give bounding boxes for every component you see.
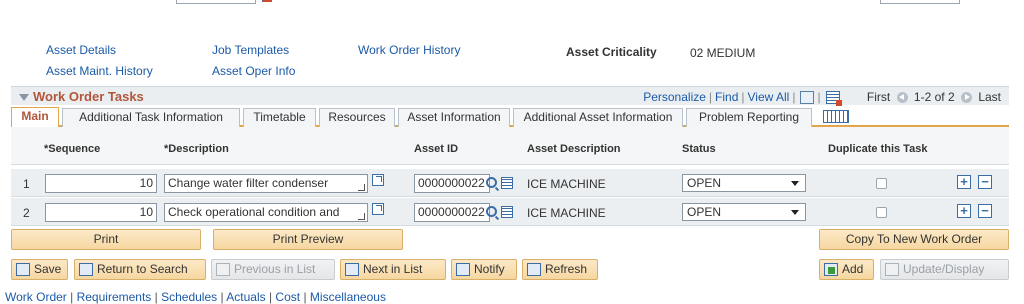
download-grid-icon[interactable] [825,91,842,107]
lookup-icon[interactable] [262,0,272,2]
delete-row-button[interactable]: − [978,204,992,218]
status-value: OPEN [687,205,722,219]
asset-criticality-label: Asset Criticality [566,45,657,59]
expand-text-icon[interactable] [372,174,384,186]
find-link[interactable]: Find [715,90,738,104]
sequence-input[interactable]: 10 [45,203,157,222]
search-icon[interactable] [486,206,497,217]
row-number: 1 [23,177,30,191]
search-field-partial[interactable] [176,0,256,4]
previous-icon [216,263,230,277]
add-button[interactable]: Add [819,259,874,280]
status-select[interactable]: OPEN [682,203,806,221]
column-asset-description: Asset Description [527,143,621,155]
resize-icon[interactable] [356,182,366,192]
asset-description-cell: ICE MACHINE [527,206,606,220]
save-button[interactable]: Save [11,259,68,280]
update-display-icon [885,263,899,277]
link-asset-oper-info[interactable]: Asset Oper Info [212,64,295,78]
next-in-list-label: Next in List [363,262,423,276]
grid-title[interactable]: Work Order Tasks [19,89,144,104]
return-to-search-label: Return to Search [97,262,188,276]
detail-icon[interactable] [501,206,513,218]
row-range: 1-2 of 2 [913,90,955,104]
link-job-templates[interactable]: Job Templates [212,43,289,57]
column-asset-id: Asset ID [414,143,459,155]
update-display-button[interactable]: Update/Display [880,259,1009,280]
duplicate-checkbox[interactable] [876,178,887,189]
next-row-icon[interactable] [960,92,972,104]
link-asset-maint-history[interactable]: Asset Maint. History [46,64,153,78]
tab-additional-task-information[interactable]: Additional Task Information [62,108,240,127]
grid-navigation: Personalize | Find | View All | | First 1-2 of… [643,90,1001,107]
grid-header: Work Order Tasks Personalize | Find | View A… [11,86,1009,107]
first-label: First [866,90,891,104]
update-display-label: Update/Display [903,262,985,276]
zoom-icon[interactable] [800,91,815,105]
save-label: Save [34,262,62,276]
refresh-icon [527,263,541,277]
column-status: Status [682,143,716,155]
asset-id-input[interactable]: 0000000022 [414,203,490,222]
asset-description-cell: ICE MACHINE [527,177,606,191]
tab-asset-information[interactable]: Asset Information [398,108,510,127]
refresh-label: Refresh [545,262,588,276]
search-icon[interactable] [486,177,497,188]
status-value: OPEN [687,176,722,190]
collapse-triangle-icon[interactable] [19,94,29,102]
detail-icon[interactable] [501,177,513,189]
tab-problem-reporting[interactable]: Problem Reporting [686,108,812,127]
link-asset-details[interactable]: Asset Details [46,43,116,57]
tab-additional-asset-information[interactable]: Additional Asset Information [513,108,683,127]
notify-icon [456,263,470,277]
add-row-button[interactable]: + [957,175,971,189]
next-in-list-button[interactable]: Next in List [340,259,446,280]
asset-criticality-value: 02 MEDIUM [690,46,756,60]
link-work-order-history[interactable]: Work Order History [358,43,460,57]
add-icon [824,263,838,277]
asset-id-input[interactable]: 0000000022 [414,174,490,193]
tab-main[interactable]: Main [11,107,59,128]
add-label: Add [842,262,864,276]
column-duplicate-task: Duplicate this Task [828,143,928,155]
previous-in-list-label: Previous in List [234,262,316,276]
print-preview-button[interactable]: Print Preview [213,229,403,250]
description-input[interactable]: Check operational condition and [164,203,368,222]
chevron-down-icon [791,181,799,186]
add-row-button[interactable]: + [957,204,971,218]
notify-label: Notify [474,262,505,276]
personalize-link[interactable]: Personalize [643,90,706,104]
sequence-input[interactable]: 10 [45,174,157,193]
duplicate-checkbox[interactable] [876,207,887,218]
status-select[interactable]: OPEN [682,174,806,192]
tab-bar: Main Additional Task Information Timetab… [11,106,1009,128]
tab-resources[interactable]: Resources [319,108,395,127]
print-button[interactable]: Print [11,229,201,250]
grid-title-text: Work Order Tasks [33,89,144,104]
refresh-button[interactable]: Refresh [522,259,598,280]
last-label: Last [978,90,1001,104]
expand-text-icon[interactable] [372,203,384,215]
search-field-partial-right[interactable] [880,0,960,4]
view-all-link[interactable]: View All [748,90,790,104]
tab-timetable[interactable]: Timetable [243,108,316,127]
show-all-columns-icon[interactable] [823,110,849,123]
return-to-search-icon [79,263,93,277]
column-description: *Description [164,143,229,155]
return-to-search-button[interactable]: Return to Search [74,259,206,280]
copy-to-new-work-order-button[interactable]: Copy To New Work Order [819,229,1009,250]
row-number: 2 [23,206,30,220]
chevron-down-icon [791,210,799,215]
previous-row-icon[interactable] [896,92,908,104]
notify-button[interactable]: Notify [451,259,517,280]
resize-icon[interactable] [356,211,366,221]
description-input[interactable]: Change water filter condenser [164,174,368,193]
previous-in-list-button[interactable]: Previous in List [211,259,335,280]
next-icon [345,263,359,277]
save-icon [16,263,30,277]
delete-row-button[interactable]: − [978,175,992,189]
column-sequence: *Sequence [44,143,101,155]
